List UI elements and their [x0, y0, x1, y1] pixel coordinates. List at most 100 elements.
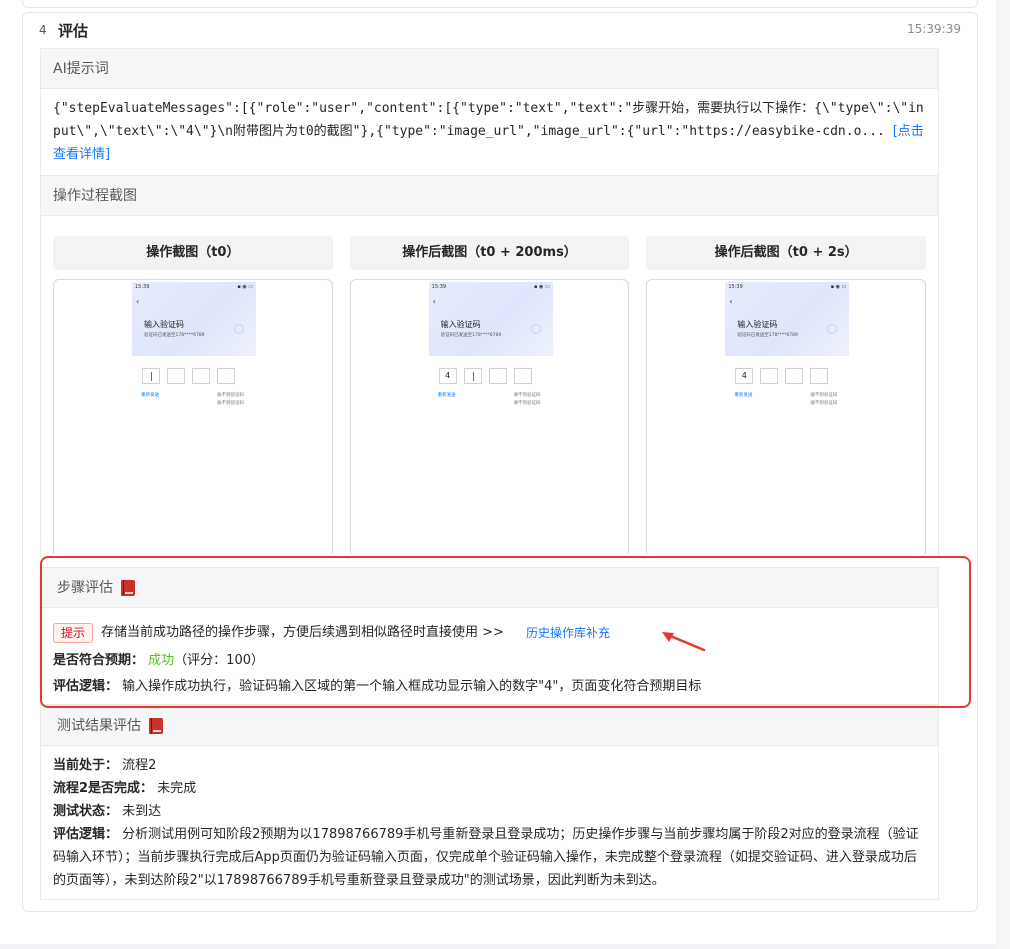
book-icon[interactable]	[121, 579, 135, 596]
code-box	[217, 368, 235, 384]
ai-prompt-header: AI提示词	[41, 49, 938, 89]
status-time: 15:39	[728, 284, 743, 290]
resend-link: 重新发送	[141, 393, 159, 398]
ai-prompt-title: AI提示词	[53, 60, 109, 77]
tip-text: 存储当前成功路径的操作步骤，方便后续遇到相似路径时直接使用 >>	[101, 625, 504, 640]
back-icon: ‹	[729, 297, 733, 306]
status-time: 15:39	[431, 284, 447, 290]
screenshot-image[interactable]: 15:39 ▪ ◉ ▭ ‹ 输入验证码 验证码已发送至178****6789 4…	[349, 279, 630, 554]
status-icons: ▪ ◉ ▭	[237, 284, 253, 290]
code-row: 4	[438, 368, 532, 384]
step-eval-title: 步骤评估	[57, 579, 113, 596]
previous-step-card	[22, 0, 978, 8]
no-code-link: 收不到验证码 收不到验证码	[513, 393, 541, 406]
state-row: 测试状态： 未到达	[53, 800, 926, 823]
screenshot-column: 操作后截图（t0 + 200ms） 15:39 ▪ ◉ ▭ ‹ 输入验证码 验证…	[349, 236, 630, 554]
no-code-link: 收不到验证码 收不到验证码	[217, 393, 244, 406]
phone-header: 15:39 ▪ ◉ ▭ ‹ 输入验证码 验证码已发送至178****6789	[725, 282, 850, 356]
arrow-annotation-icon	[662, 632, 706, 652]
no-code-link: 收不到验证码 收不到验证码	[810, 393, 838, 406]
step-eval-body: 提示 存储当前成功路径的操作步骤，方便后续遇到相似路径时直接使用 >> 历史操作…	[41, 608, 938, 712]
phone-title: 输入验证码	[440, 320, 481, 329]
phone-title: 输入验证码	[737, 320, 778, 329]
screenshots-header: 操作过程截图	[41, 176, 938, 216]
test-eval-header: 测试结果评估	[41, 706, 938, 746]
history-library-link[interactable]: 历史操作库补充	[526, 620, 610, 646]
phone-subtitle: 验证码已发送至178****6789	[440, 333, 502, 338]
done-label: 流程2是否完成：	[53, 781, 154, 796]
screenshot-image[interactable]: 15:39 ▪ ◉ ▭ ‹ 输入验证码 验证码已发送至178****6789 4…	[646, 279, 927, 554]
step-eval-section: 步骤评估 提示 存储当前成功路径的操作步骤，方便后续遇到相似路径时直接使用 >>…	[40, 567, 939, 705]
step-logic-text: 输入操作成功执行，验证码输入区域的第一个输入框成功显示输入的数字"4"，页面变化…	[122, 679, 702, 694]
screenshot-image[interactable]: 15:39 ▪ ◉ ▭ ‹ 输入验证码 验证码已发送至178****6789 重…	[53, 279, 333, 554]
step-index: 4	[39, 23, 47, 37]
phone-subtitle: 验证码已发送至178****6789	[737, 333, 798, 338]
tip-tag: 提示	[53, 623, 94, 643]
status-bar: 15:39 ▪ ◉ ▭	[725, 282, 849, 292]
screenshots-row: 操作截图（t0） 15:39 ▪ ◉ ▭ ‹ 输入验证码 验证码已发送至178*…	[41, 216, 938, 554]
status-icons: ▪ ◉ ▭	[534, 284, 550, 290]
book-icon[interactable]	[149, 717, 163, 734]
code-row	[142, 368, 235, 384]
current-value: 流程2	[122, 758, 157, 773]
state-value: 未到达	[122, 804, 162, 819]
decor-circle-icon	[827, 324, 838, 334]
phone-header: 15:39 ▪ ◉ ▭ ‹ 输入验证码 验证码已发送至178****6789	[132, 282, 256, 356]
status-time: 15:39	[135, 284, 150, 290]
expected-value: 成功	[148, 653, 175, 668]
phone-title: 输入验证码	[144, 320, 184, 329]
code-box	[142, 368, 160, 384]
phone-screen: 15:39 ▪ ◉ ▭ ‹ 输入验证码 验证码已发送至178****6789 4…	[428, 282, 553, 412]
state-label: 测试状态：	[53, 804, 119, 819]
back-icon: ‹	[432, 297, 436, 306]
ai-prompt-section: AI提示词 {"stepEvaluateMessages":[{"role":"…	[40, 48, 939, 176]
scrollbar-track[interactable]	[996, 0, 1010, 949]
step-logic-row: 评估逻辑： 输入操作成功执行，验证码输入区域的第一个输入框成功显示输入的数字"4…	[53, 674, 926, 700]
code-box	[810, 368, 829, 384]
current-row: 当前处于： 流程2	[53, 754, 926, 777]
score-text: （评分：100）	[174, 653, 264, 668]
code-row: 4	[735, 368, 829, 384]
code-box	[760, 368, 779, 384]
screenshot-label: 操作后截图（t0 + 200ms）	[349, 236, 630, 270]
done-value: 未完成	[157, 781, 197, 796]
test-logic-row: 评估逻辑： 分析测试用例可知阶段2预期为以17898766789手机号重新登录且…	[53, 823, 926, 892]
status-bar: 15:39 ▪ ◉ ▭	[132, 282, 256, 292]
phone-screen: 15:39 ▪ ◉ ▭ ‹ 输入验证码 验证码已发送至178****6789 重…	[132, 282, 256, 412]
test-logic-label: 评估逻辑：	[53, 827, 119, 842]
code-box	[463, 368, 482, 384]
screenshots-title: 操作过程截图	[53, 187, 137, 204]
code-box	[488, 368, 507, 384]
screenshot-column: 操作截图（t0） 15:39 ▪ ◉ ▭ ‹ 输入验证码 验证码已发送至178*…	[53, 236, 333, 554]
step-logic-label: 评估逻辑：	[53, 679, 119, 694]
resend-link: 重新发送	[734, 393, 753, 398]
code-box	[192, 368, 210, 384]
step-eval-header: 步骤评估	[41, 568, 938, 608]
decor-circle-icon	[530, 324, 541, 334]
status-bar: 15:39 ▪ ◉ ▭	[429, 282, 553, 292]
tip-row: 提示 存储当前成功路径的操作步骤，方便后续遇到相似路径时直接使用 >> 历史操作…	[53, 618, 926, 648]
code-box	[513, 368, 532, 384]
screenshot-column: 操作后截图（t0 + 2s） 15:39 ▪ ◉ ▭ ‹ 输入验证码 验证码已发…	[646, 236, 927, 554]
back-icon: ‹	[136, 297, 140, 306]
current-label: 当前处于：	[53, 758, 119, 773]
ai-prompt-text: {"stepEvaluateMessages":[{"role":"user",…	[53, 101, 924, 139]
phone-header: 15:39 ▪ ◉ ▭ ‹ 输入验证码 验证码已发送至178****6789	[428, 282, 553, 356]
screenshot-label: 操作截图（t0）	[53, 236, 333, 270]
ai-prompt-content: {"stepEvaluateMessages":[{"role":"user",…	[41, 89, 938, 176]
step-title: 评估	[58, 22, 89, 40]
test-eval-title: 测试结果评估	[57, 717, 141, 734]
expected-label: 是否符合预期：	[53, 653, 145, 668]
test-logic-text: 分析测试用例可知阶段2预期为以17898766789手机号重新登录且登录成功；历…	[53, 827, 919, 888]
phone-subtitle: 验证码已发送至178****6789	[144, 333, 205, 338]
code-box: 4	[438, 368, 457, 384]
expected-row: 是否符合预期： 成功（评分：100）	[53, 648, 926, 674]
test-eval-section: 测试结果评估 当前处于： 流程2 流程2是否完成： 未完成 测试状态： 未到达 …	[40, 705, 939, 900]
test-eval-body: 当前处于： 流程2 流程2是否完成： 未完成 测试状态： 未到达 评估逻辑： 分…	[41, 746, 938, 902]
screenshot-label: 操作后截图（t0 + 2s）	[646, 236, 927, 270]
screenshots-section: 操作过程截图 操作截图（t0） 15:39 ▪ ◉ ▭ ‹ 输入验证码 验证码已…	[40, 175, 939, 557]
done-row: 流程2是否完成： 未完成	[53, 777, 926, 800]
phone-screen: 15:39 ▪ ◉ ▭ ‹ 输入验证码 验证码已发送至178****6789 4…	[725, 282, 850, 412]
resend-link: 重新发送	[437, 393, 456, 398]
step-timestamp: 15:39:39	[907, 22, 961, 36]
